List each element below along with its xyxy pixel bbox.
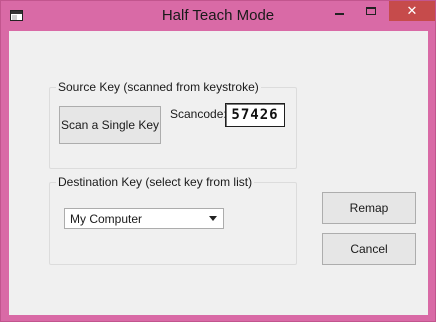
minimize-button[interactable] [326, 1, 352, 21]
half-teach-window: Half Teach Mode ✕ Source Key (scanned fr… [0, 0, 436, 322]
dialog-body: Source Key (scanned from keystroke) Scan… [9, 31, 428, 315]
maximize-button[interactable] [358, 1, 384, 21]
remap-button[interactable]: Remap [322, 192, 416, 224]
source-key-group: Source Key (scanned from keystroke) Scan… [49, 80, 297, 169]
maximize-icon [366, 7, 376, 15]
source-key-group-label: Source Key (scanned from keystroke) [56, 80, 261, 94]
scancode-label: Scancode: [170, 107, 227, 121]
destination-key-selected: My Computer [70, 212, 143, 226]
destination-key-group: Destination Key (select key from list) M… [49, 175, 297, 265]
chevron-down-icon[interactable] [209, 216, 217, 221]
minimize-icon [334, 13, 344, 15]
title-bar[interactable]: Half Teach Mode ✕ [1, 1, 435, 31]
scan-single-key-button[interactable]: Scan a Single Key [59, 106, 161, 144]
close-button[interactable]: ✕ [389, 1, 435, 21]
scancode-value: 57426 [225, 103, 285, 127]
cancel-button[interactable]: Cancel [322, 233, 416, 265]
close-icon: ✕ [406, 3, 418, 18]
destination-key-group-label: Destination Key (select key from list) [56, 175, 255, 189]
destination-key-dropdown[interactable]: My Computer [64, 208, 224, 229]
